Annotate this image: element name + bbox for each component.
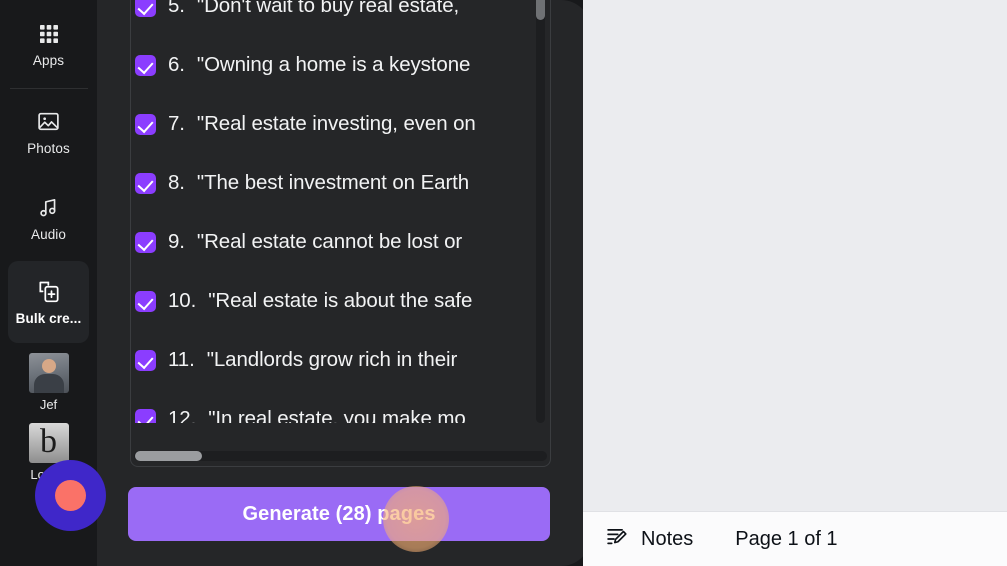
list-item[interactable]: 6. "Owning a home is a keystone: [131, 36, 538, 95]
notes-button[interactable]: Notes: [605, 524, 693, 554]
list-item-number: 6.: [168, 53, 185, 77]
sidebar-item-photos[interactable]: Photos: [0, 89, 97, 175]
list-item[interactable]: 5. "Don't wait to buy real estate,: [131, 0, 538, 36]
notes-pencil-icon: [605, 524, 630, 554]
list-item-number: 9.: [168, 230, 185, 254]
sidebar-tile-user-photo[interactable]: Jef: [0, 353, 97, 411]
page-indicator[interactable]: Page 1 of 1: [735, 529, 837, 549]
list-item-number: 12.: [168, 407, 197, 423]
list-item-number: 11.: [168, 348, 195, 372]
quote-list-frame: 5. "Don't wait to buy real estate, 6. "O…: [130, 0, 551, 467]
list-item[interactable]: 9. "Real estate cannot be lost or: [131, 213, 538, 272]
list-item-label: "Owning a home is a keystone: [196, 53, 471, 77]
list-item[interactable]: 12. "In real estate, you make mo: [131, 390, 538, 423]
checkbox-checked-icon[interactable]: [135, 0, 156, 17]
checkbox-checked-icon[interactable]: [135, 409, 156, 423]
design-canvas[interactable]: [583, 0, 1007, 511]
list-item-label: "Real estate investing, even on: [196, 112, 476, 136]
sidebar-item-label: Audio: [30, 226, 67, 242]
horizontal-scrollbar-thumb[interactable]: [135, 451, 202, 461]
list-item-label: "Don't wait to buy real estate,: [196, 0, 460, 18]
list-item-label: "The best investment on Earth: [196, 171, 470, 195]
vertical-scrollbar[interactable]: [536, 0, 545, 423]
canva-bulk-create-screen: Apps Photos Audio Bulk cre... Jef b Lodg…: [0, 0, 1007, 566]
avatar: [28, 353, 69, 393]
sidebar-item-audio[interactable]: Audio: [0, 175, 97, 261]
vertical-scrollbar-thumb[interactable]: [536, 0, 545, 20]
list-item-number: 5.: [168, 0, 185, 18]
checkbox-checked-icon[interactable]: [135, 55, 156, 76]
brand-logo-icon: b: [28, 423, 69, 463]
image-icon: [36, 109, 62, 135]
horizontal-scrollbar[interactable]: [134, 451, 547, 461]
sidebar-item-apps[interactable]: Apps: [0, 0, 97, 88]
bulk-create-panel: 5. "Don't wait to buy real estate, 6. "O…: [97, 0, 591, 566]
sidebar-tile-label: Jef: [39, 397, 58, 412]
bulk-create-icon: [36, 279, 62, 305]
generate-pages-button[interactable]: Generate (28) pages: [128, 487, 550, 541]
list-item-label: "Real estate cannot be lost or: [196, 230, 463, 254]
list-item[interactable]: 7. "Real estate investing, even on: [131, 95, 538, 154]
checkbox-checked-icon[interactable]: [135, 232, 156, 253]
sidebar-item-bulk-create[interactable]: Bulk cre...: [8, 261, 89, 343]
sidebar-tile-label: Lodge: [30, 467, 67, 482]
list-item-number: 8.: [168, 171, 185, 195]
design-editor: Notes Page 1 of 1: [583, 0, 1007, 566]
checkbox-checked-icon[interactable]: [135, 173, 156, 194]
sidebar-tile-logo[interactable]: b Lodge: [0, 423, 97, 481]
sidebar-item-label: Photos: [27, 140, 70, 156]
list-item-label: "In real estate, you make mo: [208, 407, 466, 423]
checkbox-checked-icon[interactable]: [135, 350, 156, 371]
list-item[interactable]: 10. "Real estate is about the safe: [131, 272, 538, 331]
list-item-number: 7.: [168, 112, 185, 136]
quote-list[interactable]: 5. "Don't wait to buy real estate, 6. "O…: [131, 0, 538, 423]
sidebar-item-label: Bulk cre...: [15, 310, 82, 326]
list-item-number: 10.: [168, 289, 197, 313]
list-item[interactable]: 11. "Landlords grow rich in their: [131, 331, 538, 390]
checkbox-checked-icon[interactable]: [135, 114, 156, 135]
apps-grid-icon: [36, 21, 62, 47]
notes-label: Notes: [641, 528, 694, 550]
list-item-label: "Landlords grow rich in their: [206, 348, 458, 372]
list-item[interactable]: 8. "The best investment on Earth: [131, 154, 538, 213]
left-icon-rail: Apps Photos Audio Bulk cre... Jef b Lodg…: [0, 0, 97, 566]
checkbox-checked-icon[interactable]: [135, 291, 156, 312]
sidebar-item-label: Apps: [32, 52, 65, 68]
editor-bottom-bar: Notes Page 1 of 1: [583, 511, 1007, 566]
music-note-icon: [36, 195, 62, 221]
list-item-label: "Real estate is about the safe: [208, 289, 473, 313]
